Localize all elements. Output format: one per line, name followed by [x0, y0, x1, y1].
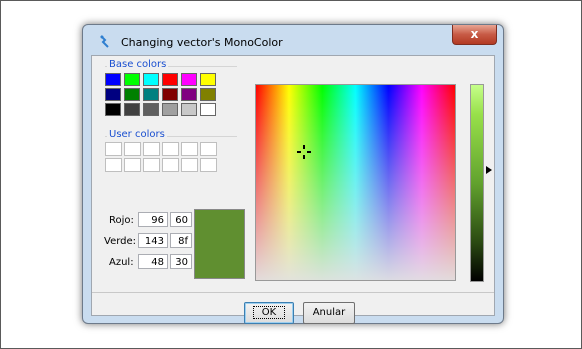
base-color-swatch[interactable] — [105, 88, 121, 101]
red-label: Rojo: — [109, 215, 134, 226]
base-color-swatch[interactable] — [124, 73, 140, 86]
base-color-swatch[interactable] — [143, 88, 159, 101]
base-color-swatch[interactable] — [143, 103, 159, 116]
luminance-slider[interactable] — [470, 84, 484, 282]
base-color-swatch[interactable] — [162, 103, 178, 116]
close-button[interactable]: x — [452, 25, 497, 45]
base-colors-label: Base colors — [107, 59, 169, 70]
blue-label: Azul: — [109, 257, 134, 268]
user-color-swatch[interactable] — [105, 142, 122, 156]
user-color-swatch[interactable] — [143, 158, 160, 172]
base-color-swatch[interactable] — [105, 73, 121, 86]
ok-button[interactable]: OK — [244, 302, 294, 324]
app-icon — [100, 35, 109, 48]
crosshair-icon — [297, 145, 311, 159]
base-color-swatch[interactable] — [162, 88, 178, 101]
base-color-swatch[interactable] — [143, 73, 159, 86]
color-spectrum[interactable] — [255, 84, 456, 281]
color-dialog: Changing vector's MonoColor x Base color… — [82, 24, 504, 324]
user-color-swatch[interactable] — [181, 158, 198, 172]
screenshot-frame: Changing vector's MonoColor x Base color… — [0, 0, 582, 349]
base-color-swatch[interactable] — [124, 88, 140, 101]
user-color-swatch[interactable] — [200, 142, 217, 156]
green-decimal-field[interactable]: 143 — [138, 233, 168, 248]
base-color-swatch[interactable] — [200, 88, 216, 101]
user-color-swatch[interactable] — [105, 158, 122, 172]
base-color-swatch[interactable] — [105, 103, 121, 116]
base-color-swatch[interactable] — [181, 88, 197, 101]
red-hex-field[interactable]: 60 — [170, 212, 192, 227]
dialog-body: Base colors User colors Rojo: 96 60 Verd… — [91, 55, 495, 324]
close-icon: x — [470, 27, 479, 41]
ok-button-label: OK — [252, 306, 286, 319]
red-decimal-field[interactable]: 96 — [138, 212, 168, 227]
arrow-right-icon[interactable] — [486, 166, 492, 174]
base-color-swatch[interactable] — [162, 73, 178, 86]
base-color-swatch[interactable] — [200, 73, 216, 86]
user-color-swatch[interactable] — [162, 142, 179, 156]
user-color-swatch[interactable] — [200, 158, 217, 172]
cancel-button-label: Anular — [312, 307, 346, 318]
user-color-swatch[interactable] — [143, 142, 160, 156]
base-color-swatch[interactable] — [181, 103, 197, 116]
user-color-swatch[interactable] — [181, 142, 198, 156]
dialog-title: Changing vector's MonoColor — [121, 36, 283, 49]
button-divider — [92, 292, 494, 293]
blue-decimal-field[interactable]: 48 — [138, 254, 168, 269]
base-color-swatch[interactable] — [181, 73, 197, 86]
user-color-swatch[interactable] — [124, 142, 141, 156]
user-colors-label: User colors — [107, 129, 167, 140]
base-color-swatch[interactable] — [124, 103, 140, 116]
green-label: Verde: — [104, 236, 137, 247]
green-hex-field[interactable]: 8f — [170, 233, 192, 248]
user-color-swatch[interactable] — [162, 158, 179, 172]
user-color-swatch[interactable] — [124, 158, 141, 172]
cancel-button[interactable]: Anular — [303, 302, 355, 324]
base-color-swatch[interactable] — [200, 103, 216, 116]
title-bar: Changing vector's MonoColor x — [83, 25, 503, 55]
blue-hex-field[interactable]: 30 — [170, 254, 192, 269]
color-preview — [194, 209, 245, 279]
